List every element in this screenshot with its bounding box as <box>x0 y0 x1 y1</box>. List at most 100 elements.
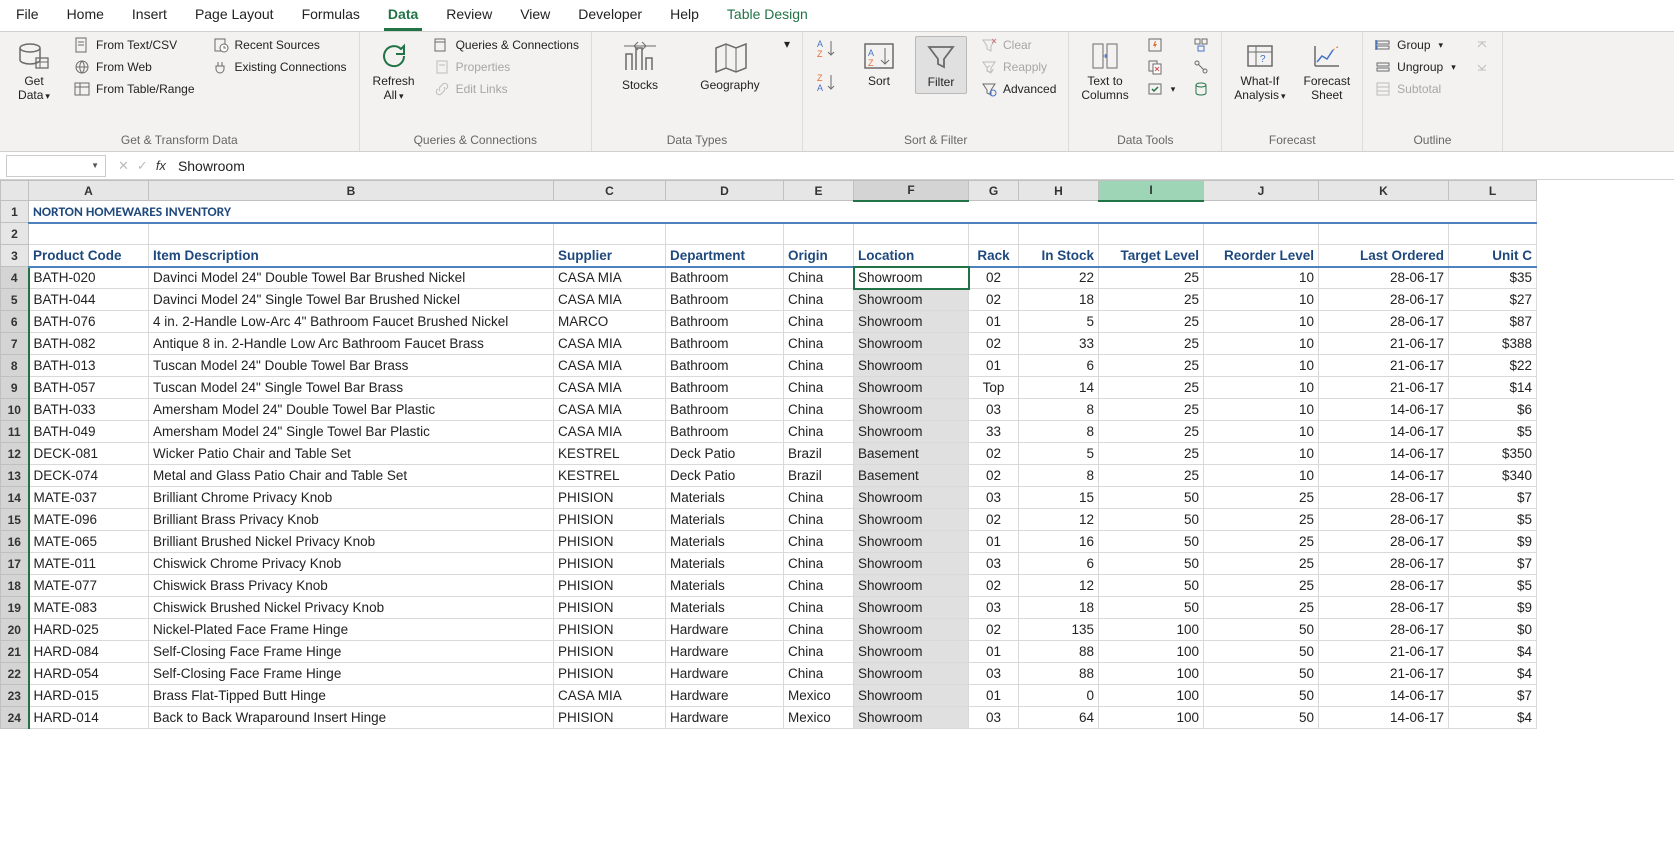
table-cell[interactable]: 25 <box>1099 311 1204 333</box>
table-cell[interactable]: Materials <box>666 509 784 531</box>
row-header-7[interactable]: 7 <box>1 333 29 355</box>
table-cell[interactable]: 8 <box>1019 399 1099 421</box>
table-cell[interactable]: 88 <box>1019 663 1099 685</box>
worksheet-grid[interactable]: ABCDEFGHIJKL1NORTON HOMEWARES INVENTORY2… <box>0 180 1674 729</box>
table-cell[interactable]: Showroom <box>854 553 969 575</box>
column-header-E[interactable]: E <box>784 181 854 201</box>
cell[interactable] <box>1019 223 1099 245</box>
table-cell[interactable]: 10 <box>1204 355 1319 377</box>
table-cell[interactable]: 03 <box>969 597 1019 619</box>
row-header-24[interactable]: 24 <box>1 707 29 729</box>
table-cell[interactable]: 10 <box>1204 311 1319 333</box>
table-cell[interactable]: 50 <box>1099 531 1204 553</box>
table-cell[interactable]: 14-06-17 <box>1319 421 1449 443</box>
sort-asc-button[interactable]: AZ <box>811 36 843 62</box>
edit-links-button[interactable]: Edit Links <box>430 80 583 98</box>
table-cell[interactable]: Bathroom <box>666 355 784 377</box>
table-cell[interactable]: $7 <box>1449 487 1537 509</box>
table-cell[interactable]: 21-06-17 <box>1319 355 1449 377</box>
table-cell[interactable]: 50 <box>1099 575 1204 597</box>
column-header-A[interactable]: A <box>29 181 149 201</box>
table-cell[interactable]: $22 <box>1449 355 1537 377</box>
table-cell[interactable]: 8 <box>1019 465 1099 487</box>
table-cell[interactable]: PHISION <box>554 619 666 641</box>
table-cell[interactable]: Materials <box>666 575 784 597</box>
table-cell[interactable]: $4 <box>1449 663 1537 685</box>
row-header-22[interactable]: 22 <box>1 663 29 685</box>
table-cell[interactable]: PHISION <box>554 531 666 553</box>
table-cell[interactable]: $5 <box>1449 575 1537 597</box>
table-cell[interactable]: 25 <box>1099 421 1204 443</box>
table-cell[interactable]: HARD-025 <box>29 619 149 641</box>
column-header-J[interactable]: J <box>1204 181 1319 201</box>
table-cell[interactable]: $388 <box>1449 333 1537 355</box>
table-header[interactable]: Target Level <box>1099 245 1204 267</box>
table-cell[interactable]: CASA MIA <box>554 399 666 421</box>
table-cell[interactable]: 10 <box>1204 421 1319 443</box>
data-types-more-button[interactable]: ▾ <box>780 36 794 52</box>
table-cell[interactable]: Showroom <box>854 575 969 597</box>
table-cell[interactable]: 01 <box>969 311 1019 333</box>
table-cell[interactable]: 64 <box>1019 707 1099 729</box>
table-cell[interactable]: 02 <box>969 619 1019 641</box>
group-button[interactable]: Group ▾ <box>1371 36 1460 54</box>
table-cell[interactable]: Metal and Glass Patio Chair and Table Se… <box>149 465 554 487</box>
table-cell[interactable]: Chiswick Brass Privacy Knob <box>149 575 554 597</box>
title-cell[interactable]: NORTON HOMEWARES INVENTORY <box>29 201 1537 223</box>
table-cell[interactable]: Chiswick Brushed Nickel Privacy Knob <box>149 597 554 619</box>
table-cell[interactable]: Mexico <box>784 685 854 707</box>
table-cell[interactable]: 33 <box>969 421 1019 443</box>
sort-button[interactable]: AZ Sort <box>853 36 905 92</box>
table-cell[interactable]: 28-06-17 <box>1319 311 1449 333</box>
table-cell[interactable]: Hardware <box>666 707 784 729</box>
table-cell[interactable]: Chiswick Chrome Privacy Knob <box>149 553 554 575</box>
table-cell[interactable]: MATE-065 <box>29 531 149 553</box>
table-cell[interactable]: 25 <box>1099 333 1204 355</box>
table-cell[interactable]: BATH-057 <box>29 377 149 399</box>
table-cell[interactable]: 28-06-17 <box>1319 531 1449 553</box>
table-cell[interactable]: Hardware <box>666 685 784 707</box>
table-cell[interactable]: 50 <box>1204 707 1319 729</box>
table-cell[interactable]: Brilliant Brass Privacy Knob <box>149 509 554 531</box>
manage-data-model-button[interactable] <box>1189 80 1213 98</box>
table-cell[interactable]: Showroom <box>854 289 969 311</box>
table-cell[interactable]: MATE-011 <box>29 553 149 575</box>
table-cell[interactable]: BATH-082 <box>29 333 149 355</box>
table-cell[interactable]: 6 <box>1019 355 1099 377</box>
table-cell[interactable]: Tuscan Model 24" Single Towel Bar Brass <box>149 377 554 399</box>
column-header-C[interactable]: C <box>554 181 666 201</box>
table-cell[interactable]: Bathroom <box>666 421 784 443</box>
table-cell[interactable]: 100 <box>1099 663 1204 685</box>
subtotal-button[interactable]: Subtotal <box>1371 80 1460 98</box>
table-cell[interactable]: Deck Patio <box>666 465 784 487</box>
table-cell[interactable]: 28-06-17 <box>1319 597 1449 619</box>
table-cell[interactable]: 50 <box>1204 641 1319 663</box>
row-header-12[interactable]: 12 <box>1 443 29 465</box>
table-cell[interactable]: China <box>784 619 854 641</box>
table-cell[interactable]: China <box>784 641 854 663</box>
stocks-button[interactable]: Stocks <box>600 36 680 96</box>
table-cell[interactable]: Brilliant Chrome Privacy Knob <box>149 487 554 509</box>
clear-button[interactable]: Clear <box>977 36 1060 54</box>
table-cell[interactable]: 25 <box>1099 355 1204 377</box>
table-cell[interactable]: 50 <box>1204 619 1319 641</box>
table-cell[interactable]: Self-Closing Face Frame Hinge <box>149 663 554 685</box>
table-cell[interactable]: BATH-076 <box>29 311 149 333</box>
table-cell[interactable]: 10 <box>1204 377 1319 399</box>
table-cell[interactable]: BATH-013 <box>29 355 149 377</box>
table-cell[interactable]: Antique 8 in. 2-Handle Low Arc Bathroom … <box>149 333 554 355</box>
tab-insert[interactable]: Insert <box>128 0 171 31</box>
row-header-20[interactable]: 20 <box>1 619 29 641</box>
properties-button[interactable]: Properties <box>430 58 583 76</box>
table-header[interactable]: Supplier <box>554 245 666 267</box>
geography-button[interactable]: Geography <box>690 36 770 96</box>
table-cell[interactable]: 02 <box>969 465 1019 487</box>
table-cell[interactable]: PHISION <box>554 487 666 509</box>
table-cell[interactable]: 50 <box>1099 509 1204 531</box>
table-cell[interactable]: DECK-081 <box>29 443 149 465</box>
table-cell[interactable]: Brass Flat-Tipped Butt Hinge <box>149 685 554 707</box>
row-header-1[interactable]: 1 <box>1 201 29 223</box>
table-cell[interactable]: 50 <box>1099 553 1204 575</box>
table-cell[interactable]: 02 <box>969 575 1019 597</box>
table-cell[interactable]: 22 <box>1019 267 1099 289</box>
